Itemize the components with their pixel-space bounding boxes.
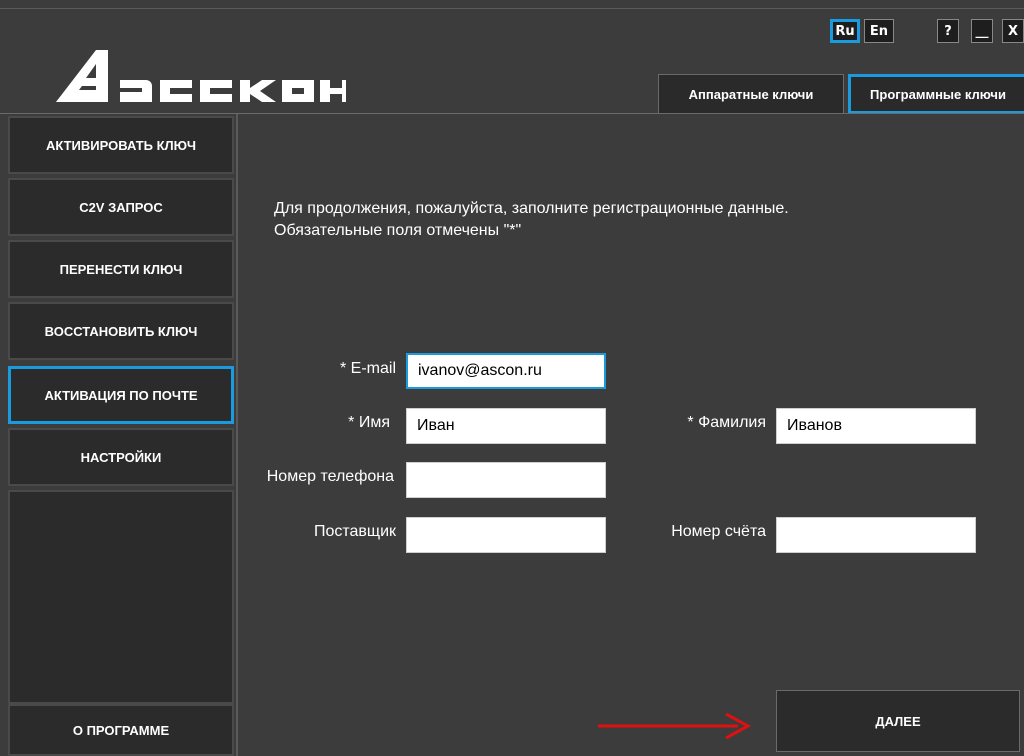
phone-field[interactable] (406, 462, 606, 498)
lang-ru-button[interactable]: Ru (830, 19, 860, 43)
email-field[interactable]: ivanov@ascon.ru (406, 353, 606, 389)
supplier-label: Поставщик (313, 523, 396, 540)
phone-label: Номер телефона (266, 468, 394, 485)
next-button[interactable]: ДАЛЕЕ (776, 690, 1020, 752)
supplier-field[interactable] (406, 517, 606, 553)
window-top-border (0, 8, 1024, 9)
help-button[interactable]: ? (937, 19, 959, 43)
minimize-button[interactable]: __ (971, 19, 993, 43)
sidebar-item-activate-key[interactable]: АКТИВИРОВАТЬ КЛЮЧ (8, 116, 234, 174)
ascon-logo (56, 50, 352, 102)
first-name-label: * Имя (348, 414, 390, 431)
arrow-right-icon (598, 712, 762, 744)
first-name-field[interactable]: Иван (406, 408, 606, 444)
invoice-field[interactable] (776, 517, 976, 553)
tab-software-keys[interactable]: Программные ключи (848, 74, 1024, 114)
sidebar-divider (236, 114, 238, 756)
intro-line-2: Обязательные поля отмечены "*" (274, 222, 522, 239)
sidebar-item-transfer-key[interactable]: ПЕРЕНЕСТИ КЛЮЧ (8, 240, 234, 298)
sidebar-item-email-activation[interactable]: АКТИВАЦИЯ ПО ПОЧТЕ (8, 366, 234, 424)
tab-hardware-keys[interactable]: Аппаратные ключи (658, 74, 844, 114)
email-label: * E-mail (339, 360, 396, 377)
sidebar-spacer (8, 490, 234, 704)
intro-text: Для продолжения, пожалуйста, заполните р… (274, 198, 789, 242)
close-button[interactable]: X (1002, 19, 1024, 43)
sidebar-item-settings[interactable]: НАСТРОЙКИ (8, 428, 234, 486)
sidebar-item-c2v-request[interactable]: C2V ЗАПРОС (8, 178, 234, 236)
lang-en-button[interactable]: En (864, 19, 894, 43)
last-name-label: * Фамилия (687, 414, 766, 431)
intro-line-1: Для продолжения, пожалуйста, заполните р… (274, 200, 789, 217)
last-name-field[interactable]: Иванов (776, 408, 976, 444)
tab-divider (0, 113, 1024, 114)
sidebar-item-restore-key[interactable]: ВОССТАНОВИТЬ КЛЮЧ (8, 302, 234, 360)
activation-window: Ru En ? __ X Аппаратные ключи Программны… (0, 0, 1024, 756)
invoice-label: Номер счёта (671, 523, 766, 540)
sidebar-item-about[interactable]: О ПРОГРАММЕ (8, 704, 234, 756)
